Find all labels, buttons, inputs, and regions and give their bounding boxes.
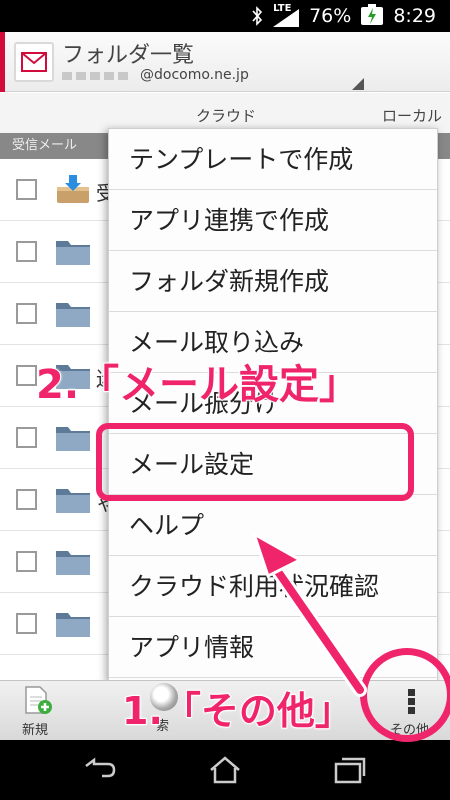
highlight-mail-settings <box>96 423 414 501</box>
folder-icon <box>56 489 90 513</box>
row-checkbox[interactable] <box>16 365 37 386</box>
folder-icon <box>56 551 90 575</box>
page-title: フォルダ一覧 <box>62 43 195 68</box>
account-dropdown-icon[interactable] <box>352 78 364 90</box>
row-checkbox[interactable] <box>16 427 37 448</box>
app-header[interactable]: フォルダ一覧 @docomo.ne.jp <box>0 32 450 92</box>
bluetooth-icon <box>251 6 263 26</box>
new-label: 新規 <box>22 723 49 738</box>
home-icon[interactable] <box>207 756 243 784</box>
battery-icon <box>361 4 384 25</box>
header-accent-bar <box>0 32 5 92</box>
folder-icon <box>56 427 90 451</box>
new-button[interactable]: 新規 <box>14 685 64 738</box>
tab-bar: クラウド ローカル <box>0 93 450 133</box>
recent-apps-icon[interactable] <box>332 756 368 784</box>
row-checkbox[interactable] <box>16 303 37 324</box>
inbox-tray-icon <box>57 175 89 203</box>
row-checkbox[interactable] <box>16 489 37 510</box>
system-nav-bar <box>0 740 450 800</box>
tab-cloud[interactable]: クラウド <box>196 105 256 126</box>
status-bar: LTE 76% 8:29 <box>0 0 450 32</box>
row-checkbox[interactable] <box>16 551 37 572</box>
row-checkbox[interactable] <box>16 241 37 262</box>
account-name-masked <box>62 72 132 80</box>
battery-percent: 76% <box>309 5 352 27</box>
annotation-arrow-icon <box>251 530 367 697</box>
folder-icon <box>56 613 90 637</box>
folder-icon <box>56 303 90 327</box>
tab-local[interactable]: ローカル <box>382 105 442 126</box>
folder-icon <box>56 241 90 265</box>
account-address: @docomo.ne.jp <box>140 67 249 83</box>
annotation-step-1: 1.「その他」 <box>121 688 354 734</box>
menu-item-new-folder[interactable]: フォルダ新規作成 <box>109 251 439 312</box>
status-time: 8:29 <box>393 5 436 27</box>
row-checkbox[interactable] <box>16 613 37 634</box>
mail-app-icon <box>14 42 54 82</box>
row-checkbox[interactable] <box>16 179 37 200</box>
back-icon[interactable] <box>82 756 118 784</box>
menu-item-create-from-template[interactable]: テンプレートで作成 <box>109 129 439 190</box>
compose-icon <box>25 686 52 714</box>
menu-item-create-via-app[interactable]: アプリ連携で作成 <box>109 190 439 251</box>
signal-icon: LTE <box>273 4 300 27</box>
annotation-step-2: 2.「メール設定」 <box>35 361 360 409</box>
